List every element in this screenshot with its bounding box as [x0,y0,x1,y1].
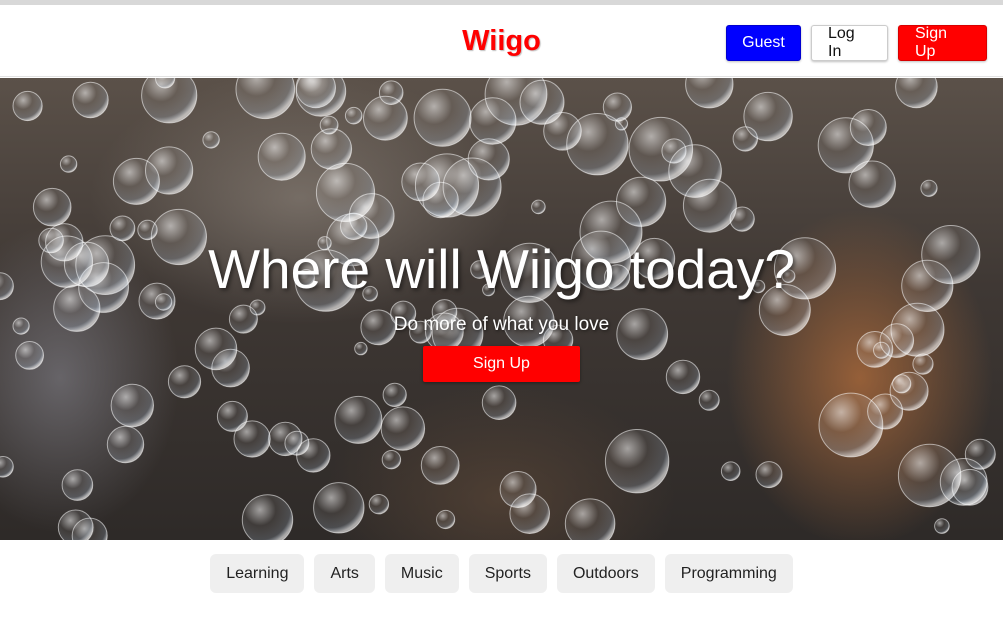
bubble [32,187,72,227]
bubble [685,78,734,109]
bubble [401,162,441,202]
bubble [145,146,194,195]
bubble [106,425,145,464]
category-chip-learning[interactable]: Learning [210,554,305,593]
bubble [72,81,109,119]
bubble [137,219,158,241]
bubble [319,115,339,135]
category-chip-programming[interactable]: Programming [664,554,793,593]
bubble [295,78,347,117]
bubble [0,456,14,478]
bubble [531,199,546,215]
bubble [939,458,988,506]
bubble [668,144,722,198]
bubble [348,193,395,239]
bubble [698,389,720,411]
bubble [420,446,460,485]
hero-signup-button[interactable]: Sign Up [423,346,580,382]
bubble [818,392,884,458]
category-chip-sports[interactable]: Sports [468,554,547,593]
bubble [233,420,271,458]
bubble [363,95,408,141]
bubble [720,461,741,482]
bubble [59,155,78,173]
bubble [296,438,331,473]
bubble [382,382,407,407]
bubble [202,131,220,149]
bubble [519,79,565,125]
bubble [235,78,296,120]
bubble [413,88,472,147]
bubble [604,429,670,494]
bubble [743,91,793,142]
bubble [381,450,402,470]
bubble [12,90,43,122]
hero-content: Where will Wiigo today? Do more of what … [0,238,1003,382]
login-button[interactable]: Log In [811,25,888,61]
header-actions: Guest Log In Sign Up [726,25,987,61]
bubble [566,112,629,176]
bubble [934,518,950,534]
bubble [241,494,294,540]
bubble [344,106,363,125]
bubble [368,494,390,515]
bubble [755,461,783,489]
guest-button[interactable]: Guest [726,25,801,61]
bubble [257,132,306,181]
hero-subtitle: Do more of what you love [393,314,610,335]
bubble [380,406,426,451]
bubble [57,509,94,540]
bubble [61,469,94,501]
hero-banner: Where will Wiigo today? Do more of what … [0,78,1003,540]
signup-button[interactable]: Sign Up [898,25,987,61]
bubble [469,97,517,145]
hero-title: Where will Wiigo today? [208,238,795,300]
bubble [499,471,537,508]
bubble [849,109,887,146]
category-bar: Learning Arts Music Sports Outdoors Prog… [0,554,1003,593]
bubble [564,498,616,540]
category-chip-music[interactable]: Music [384,554,459,593]
site-header: Wiigo Guest Log In Sign Up [0,5,1003,77]
bubble [436,509,456,530]
bubble [313,482,365,534]
category-chip-arts[interactable]: Arts [314,554,375,593]
category-chip-outdoors[interactable]: Outdoors [556,554,655,593]
bubble [481,385,517,421]
bubble [334,395,383,444]
bubble [110,383,155,428]
bubble [920,179,938,197]
bubble [895,78,938,109]
